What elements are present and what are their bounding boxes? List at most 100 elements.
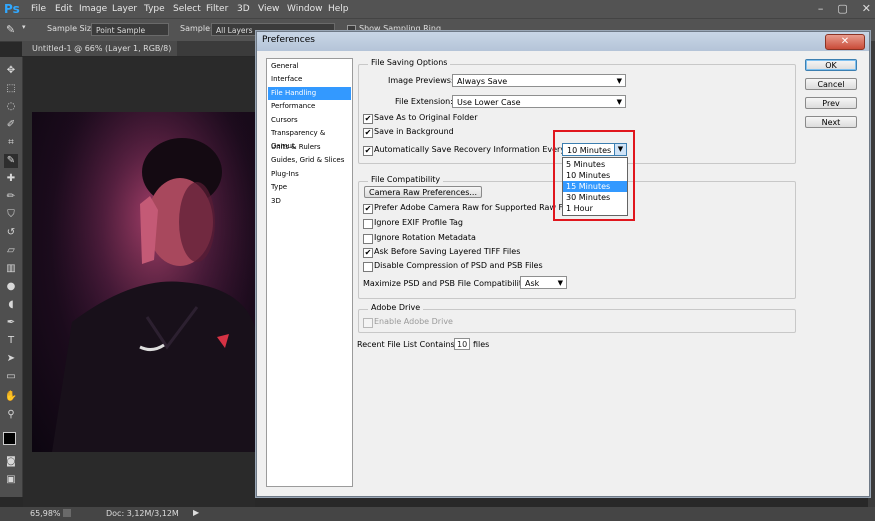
cancel-button[interactable]: Cancel [805,78,857,90]
menu-window[interactable]: Window [287,0,323,18]
brush-tool-icon[interactable]: ✏ [4,190,18,204]
chevron-down-icon: ▼ [616,77,622,85]
menu-type[interactable]: Type [144,0,165,18]
next-button[interactable]: Next [805,116,857,128]
pen-tool-icon[interactable]: ✒ [4,316,18,330]
prefer-camera-raw-checkbox[interactable]: ✔ [363,204,373,214]
enable-adobe-drive-checkbox[interactable] [363,318,373,328]
gradient-tool-icon[interactable]: ▥ [4,262,18,276]
eyedropper-icon[interactable]: ✎ [6,23,20,37]
category-3d[interactable]: 3D [268,195,351,208]
lasso-tool-icon[interactable]: ◌ [4,100,18,114]
category-cursors[interactable]: Cursors [268,114,351,127]
type-tool-icon[interactable]: T [4,334,18,348]
disable-compression-label: Disable Compression of PSD and PSB Files [374,261,543,270]
menu-edit[interactable]: Edit [55,0,72,18]
crop-tool-icon[interactable]: ⌗ [4,136,18,150]
status-menu-arrow-icon[interactable]: ▶ [193,508,199,517]
dialog-close-button[interactable]: ✕ [825,34,865,50]
category-plug-ins[interactable]: Plug-Ins [268,168,351,181]
menu-bar: Ps File Edit Image Layer Type Select Fil… [0,0,875,18]
ask-tiff-checkbox[interactable]: ✔ [363,248,373,258]
tool-preset-chevron-icon[interactable]: ▾ [22,23,26,31]
rectangle-tool-icon[interactable]: ▭ [4,370,18,384]
hand-tool-icon[interactable]: ✋ [4,390,18,404]
tools-panel: ✥ ⬚ ◌ ✐ ⌗ ✎ ✚ ✏ ⛉ ↺ ▱ ▥ ● ◖ ✒ T ➤ ▭ ✋ ⚲ … [0,57,23,497]
image-previews-value: Always Save [457,77,508,86]
camera-raw-preferences-button[interactable]: Camera Raw Preferences... [364,186,482,198]
move-tool-icon[interactable]: ✥ [4,64,18,78]
screen-mode-icon[interactable]: ▣ [4,473,18,487]
recent-files-input[interactable]: 10 [454,338,470,350]
zoom-tool-icon[interactable]: ⚲ [4,408,18,422]
file-extension-select[interactable]: Use Lower Case ▼ [452,95,626,108]
save-in-background-checkbox[interactable]: ✔ [363,128,373,138]
menu-help[interactable]: Help [328,0,349,18]
auto-save-checkbox[interactable]: ✔ [363,146,373,156]
eraser-tool-icon[interactable]: ▱ [4,244,18,258]
menu-select[interactable]: Select [173,0,201,18]
menu-3d[interactable]: 3D [237,0,250,18]
minimize-icon[interactable]: – [818,0,824,18]
doc-info: Doc: 3,12M/3,12M [106,509,179,518]
file-extension-value: Use Lower Case [457,98,521,107]
category-guides-grid[interactable]: Guides, Grid & Slices [268,154,351,167]
zoom-level[interactable]: 65,98% [30,509,61,518]
share-icon[interactable] [63,509,71,517]
auto-save-label: Automatically Save Recovery Information … [374,145,568,154]
maximize-icon[interactable]: ▢ [837,0,847,18]
eyedropper-tool-icon[interactable]: ✎ [4,154,18,168]
history-brush-tool-icon[interactable]: ↺ [4,226,18,240]
category-list: General Interface File Handling Performa… [266,58,353,487]
disable-compression-checkbox[interactable] [363,262,373,272]
dodge-tool-icon[interactable]: ◖ [4,298,18,312]
ignore-rotation-label: Ignore Rotation Metadata [374,233,476,242]
maximize-compat-select[interactable]: Ask ▼ [520,276,567,289]
image-previews-label: Image Previews: [388,76,454,85]
image-previews-select[interactable]: Always Save ▼ [452,74,626,87]
category-type[interactable]: Type [268,181,351,194]
recent-files-label: Recent File List Contains: [357,340,458,349]
category-file-handling[interactable]: File Handling [268,87,351,100]
file-saving-title: File Saving Options [368,58,451,67]
annotation-highlight-box [553,130,635,221]
category-interface[interactable]: Interface [268,73,351,86]
category-performance[interactable]: Performance [268,100,351,113]
foreground-color-swatch[interactable] [3,432,16,445]
document-tab[interactable]: Untitled-1 @ 66% (Layer 1, RGB/8) * [22,41,177,68]
save-in-background-label: Save in Background [374,127,454,136]
ask-tiff-label: Ask Before Saving Layered TIFF Files [374,247,521,256]
sample-size-select[interactable]: Point Sample [91,23,169,36]
chevron-down-icon: ▼ [616,98,622,106]
ignore-exif-checkbox[interactable] [363,219,373,229]
menu-filter[interactable]: Filter [206,0,228,18]
recent-files-suffix: files [473,340,490,349]
ignore-rotation-checkbox[interactable] [363,234,373,244]
category-transparency[interactable]: Transparency & Gamut [268,127,351,150]
quick-select-tool-icon[interactable]: ✐ [4,118,18,132]
document-photo [32,112,255,452]
menu-view[interactable]: View [258,0,279,18]
menu-layer[interactable]: Layer [112,0,137,18]
blur-tool-icon[interactable]: ● [4,280,18,294]
prefer-camera-raw-label: Prefer Adobe Camera Raw for Supported Ra… [374,203,577,212]
photoshop-logo: Ps [4,2,20,16]
healing-brush-tool-icon[interactable]: ✚ [4,172,18,186]
marquee-tool-icon[interactable]: ⬚ [4,82,18,96]
status-bar: 65,98% Doc: 3,12M/3,12M ▶ [0,507,875,521]
dialog-titlebar: Preferences ✕ [257,32,869,51]
close-icon[interactable]: ✕ [862,0,871,18]
menu-file[interactable]: File [31,0,46,18]
path-selection-tool-icon[interactable]: ➤ [4,352,18,366]
menu-image[interactable]: Image [79,0,107,18]
ok-button[interactable]: OK [805,59,857,71]
window-controls: – ▢ ✕ [818,0,871,18]
category-units-rulers[interactable]: Units & Rulers [268,141,351,154]
category-general[interactable]: General [268,60,351,73]
clone-stamp-tool-icon[interactable]: ⛉ [4,208,18,222]
prev-button[interactable]: Prev [805,97,857,109]
enable-adobe-drive-label: Enable Adobe Drive [374,317,453,326]
dialog-title: Preferences [262,35,315,45]
save-as-original-checkbox[interactable]: ✔ [363,114,373,124]
quick-mask-icon[interactable]: ◙ [4,455,18,469]
